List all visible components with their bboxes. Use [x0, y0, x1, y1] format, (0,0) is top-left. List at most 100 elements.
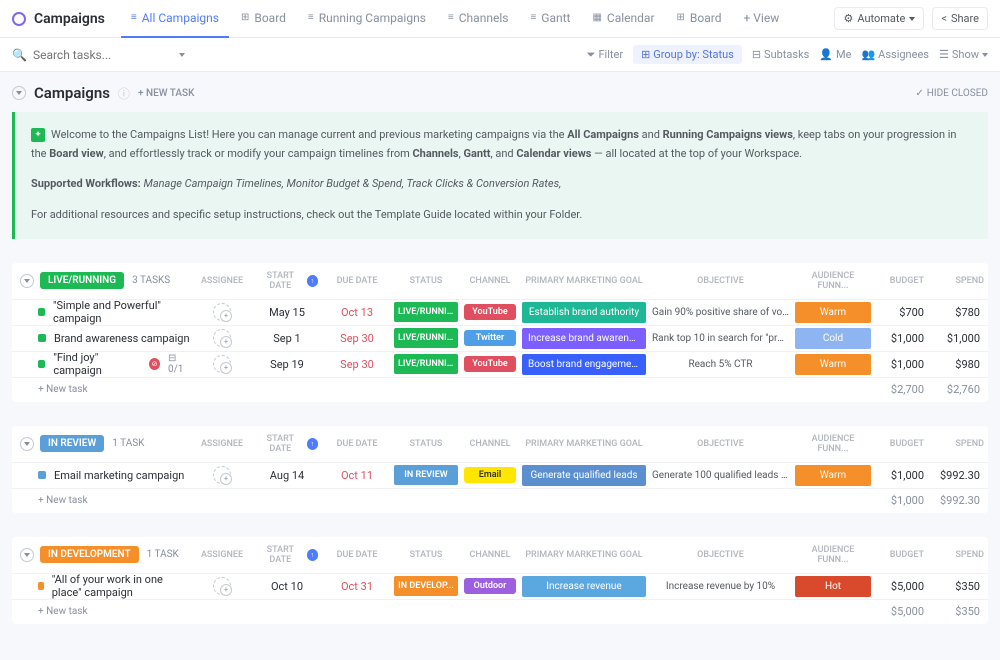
col-start-date[interactable]: START DATE ↑ — [252, 545, 322, 565]
primary-goal-badge[interactable]: Increase brand awareness — [522, 328, 646, 349]
assignee-cell[interactable] — [192, 577, 252, 595]
col-due-date[interactable]: DUE DATE — [322, 550, 392, 560]
status-dot[interactable] — [38, 582, 44, 590]
col-channel[interactable]: CHANNEL — [460, 276, 520, 286]
col-audience-funnel[interactable]: AUDIENCE FUNN... — [793, 545, 873, 565]
col-assignee[interactable]: ASSIGNEE — [192, 439, 252, 449]
start-date[interactable]: Sep 1 — [252, 332, 322, 345]
add-assignee-icon[interactable] — [213, 355, 231, 373]
channel-badge[interactable]: YouTube — [464, 304, 516, 320]
channel-badge[interactable]: Outdoor — [464, 578, 516, 594]
col-assignee[interactable]: ASSIGNEE — [192, 550, 252, 560]
col-budget[interactable]: BUDGET — [873, 276, 928, 286]
add-assignee-icon[interactable] — [213, 577, 231, 595]
spend-cell[interactable]: $980 — [928, 358, 988, 371]
due-date[interactable]: Oct 11 — [322, 469, 392, 482]
assignees-button[interactable]: 👥 Assignees — [861, 48, 929, 61]
start-date[interactable]: May 15 — [252, 306, 322, 319]
chevron-down-icon[interactable] — [179, 53, 185, 57]
status-badge[interactable]: LIVE/RUNNI... — [394, 354, 458, 374]
assignee-cell[interactable] — [192, 355, 252, 373]
primary-goal-badge[interactable]: Increase revenue — [522, 576, 646, 597]
group-status-label[interactable]: LIVE/RUNNING — [40, 272, 124, 289]
col-pmg[interactable]: PRIMARY MARKETING GOAL — [520, 439, 648, 449]
spend-cell[interactable]: $350 — [928, 580, 988, 593]
due-date[interactable]: Oct 13 — [322, 306, 392, 319]
filter-button[interactable]: ⏷ Filter — [587, 48, 623, 62]
search-box[interactable]: 🔍 — [12, 48, 587, 62]
primary-goal-badge[interactable]: Generate qualified leads — [522, 465, 646, 486]
col-start-date[interactable]: START DATE ↑ — [252, 271, 322, 291]
tab-board[interactable]: ⊞Board — [231, 0, 296, 38]
status-badge[interactable]: IN REVIEW — [394, 465, 458, 485]
info-icon[interactable]: ⓘ — [118, 85, 130, 102]
col-due-date[interactable]: DUE DATE — [322, 276, 392, 286]
spend-cell[interactable]: $992.30 — [928, 469, 988, 482]
col-channel[interactable]: CHANNEL — [460, 439, 520, 449]
col-spend[interactable]: SPEND — [928, 439, 988, 449]
assignee-cell[interactable] — [192, 466, 252, 484]
group-collapse-icon[interactable] — [20, 548, 34, 562]
objective-cell[interactable]: Increase revenue by 10% — [648, 581, 793, 592]
col-due-date[interactable]: DUE DATE — [322, 439, 392, 449]
tab-gantt[interactable]: ≡Gantt — [520, 0, 580, 38]
budget-cell[interactable]: $1,000 — [873, 469, 928, 482]
tab-channels[interactable]: ≡Channels — [438, 0, 519, 38]
budget-cell[interactable]: $700 — [873, 306, 928, 319]
funnel-badge[interactable]: Warm — [795, 302, 871, 323]
status-badge[interactable]: LIVE/RUNNI... — [394, 302, 458, 322]
tab-board[interactable]: ⊞Board — [667, 0, 732, 38]
col-audience-funnel[interactable]: AUDIENCE FUNN... — [793, 434, 873, 454]
group-status-label[interactable]: IN DEVELOPMENT — [40, 546, 139, 563]
tab-running-campaigns[interactable]: ≡Running Campaigns — [298, 0, 436, 38]
col-audience-funnel[interactable]: AUDIENCE FUNN... — [793, 271, 873, 291]
primary-goal-badge[interactable]: Establish brand authority — [522, 302, 646, 323]
start-date[interactable]: Aug 14 — [252, 469, 322, 482]
spend-cell[interactable]: $780 — [928, 306, 988, 319]
col-spend[interactable]: SPEND — [928, 550, 988, 560]
col-objective[interactable]: OBJECTIVE — [648, 439, 793, 449]
channel-badge[interactable]: Twitter — [464, 330, 516, 346]
task-row[interactable]: "Simple and Powerful" campaignMay 15Oct … — [12, 300, 988, 326]
add-assignee-icon[interactable] — [213, 329, 231, 347]
new-task-link[interactable]: + New task — [12, 384, 192, 395]
group-collapse-icon[interactable] — [20, 437, 34, 451]
col-budget[interactable]: BUDGET — [873, 550, 928, 560]
group-status-label[interactable]: IN REVIEW — [40, 435, 104, 452]
col-status[interactable]: STATUS — [392, 439, 460, 449]
objective-cell[interactable]: Generate 100 qualified leads this m... — [648, 470, 793, 481]
col-spend[interactable]: SPEND — [928, 276, 988, 286]
me-button[interactable]: 👤 Me — [819, 48, 851, 61]
funnel-badge[interactable]: Hot — [795, 576, 871, 597]
budget-cell[interactable]: $5,000 — [873, 580, 928, 593]
tab-calendar[interactable]: ▦Calendar — [582, 0, 664, 38]
objective-cell[interactable]: Rank top 10 in search for "productiv... — [648, 333, 793, 344]
new-task-link[interactable]: + New task — [12, 606, 192, 617]
task-row[interactable]: "All of your work in one place" campaign… — [12, 574, 988, 600]
add-assignee-icon[interactable] — [213, 303, 231, 321]
start-date[interactable]: Oct 10 — [252, 580, 322, 593]
add-assignee-icon[interactable] — [213, 466, 231, 484]
task-row[interactable]: Email marketing campaignAug 14Oct 11IN R… — [12, 463, 988, 489]
task-row[interactable]: Brand awareness campaignSep 1Sep 30LIVE/… — [12, 326, 988, 352]
primary-goal-badge[interactable]: Boost brand engagement — [522, 354, 646, 375]
assignee-cell[interactable] — [192, 329, 252, 347]
share-button[interactable]: < Share — [932, 7, 988, 30]
group-by-button[interactable]: ⊞ Group by: Status — [633, 45, 742, 64]
subtask-count[interactable]: ⊟ 0/1 — [168, 353, 192, 375]
status-dot[interactable] — [38, 308, 45, 316]
start-date[interactable]: Sep 19 — [252, 358, 322, 371]
funnel-badge[interactable]: Warm — [795, 465, 871, 486]
collapse-icon[interactable] — [12, 86, 26, 100]
budget-cell[interactable]: $1,000 — [873, 332, 928, 345]
col-budget[interactable]: BUDGET — [873, 439, 928, 449]
spend-cell[interactable]: $1,000 — [928, 332, 988, 345]
automate-button[interactable]: ⚙ Automate — [834, 7, 924, 30]
col-status[interactable]: STATUS — [392, 550, 460, 560]
search-input[interactable] — [33, 48, 133, 62]
assignee-cell[interactable] — [192, 303, 252, 321]
col-pmg[interactable]: PRIMARY MARKETING GOAL — [520, 276, 648, 286]
tab-all-campaigns[interactable]: ≡All Campaigns — [121, 0, 229, 38]
tab--view[interactable]: + View — [734, 0, 790, 38]
status-badge[interactable]: IN DEVELOP... — [394, 576, 458, 596]
